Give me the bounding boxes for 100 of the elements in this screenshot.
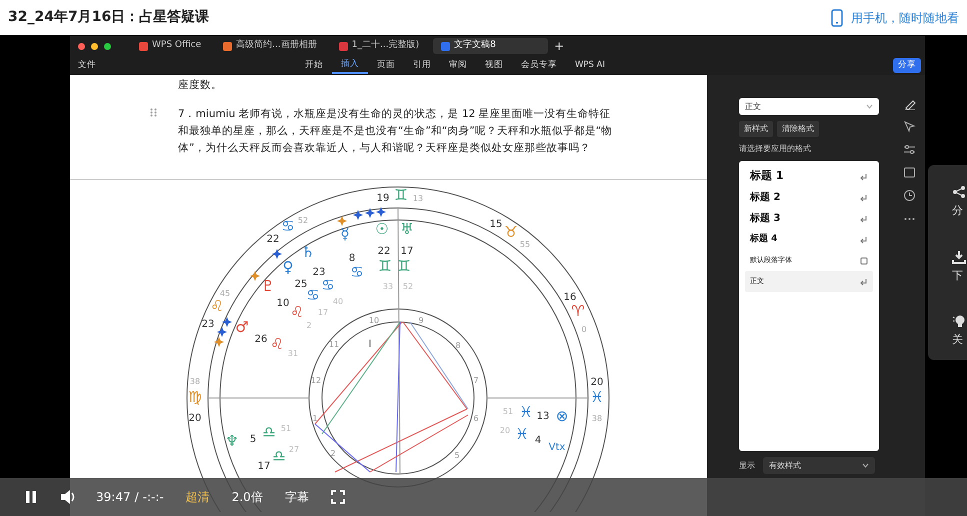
chart-label: 8 [455, 341, 461, 350]
chart-label: 38 [190, 377, 200, 386]
chart-label: 11 [328, 340, 340, 349]
sliders-icon[interactable] [902, 143, 916, 156]
chart-symbol: ⊗ [556, 407, 568, 425]
chart-label: Vtx [548, 442, 566, 453]
chart-symbol: ☿ [340, 225, 350, 243]
ribbon-tab[interactable]: 审阅 [440, 58, 476, 73]
chart-symbol: ♄ [301, 243, 315, 261]
chart-label: 45 [220, 289, 230, 298]
share-button[interactable]: 分享 [893, 58, 921, 73]
chart-label: 17 [400, 246, 414, 257]
chart-label: 33 [382, 282, 394, 291]
chart-label: I [368, 339, 372, 350]
chart-label: 15 [490, 219, 502, 230]
chart-symbol: ♋ [281, 217, 295, 235]
chart-label: 5 [250, 434, 256, 445]
chart-label: 22 [378, 246, 390, 257]
chart-symbol: ♌ [290, 303, 304, 321]
new-tab-button[interactable]: + [554, 37, 564, 55]
download-icon[interactable] [952, 250, 966, 264]
chart-label: 23 [312, 267, 326, 278]
chart-symbol: ♉ [504, 223, 518, 241]
chart-symbol: ♋ [350, 263, 364, 281]
chart-label: 20 [590, 377, 604, 388]
chart-symbol: ☉ [375, 220, 389, 238]
chart-label: 4 [534, 435, 542, 446]
chart-label: 55 [520, 240, 530, 249]
app-tab[interactable]: WPS Office [131, 38, 210, 54]
cursor-icon[interactable] [902, 120, 916, 133]
chart-symbol: ♈ [571, 302, 585, 320]
chart-label: 26 [254, 334, 268, 345]
ribbon-tab[interactable]: 引用 [404, 58, 440, 73]
speed-button[interactable]: 2.0倍 [232, 488, 263, 506]
chart-label: 7 [473, 376, 479, 385]
chart-symbol: ♊ [397, 257, 411, 275]
bulb-icon[interactable] [952, 314, 966, 328]
ribbon-tab[interactable]: 页面 [368, 58, 404, 73]
paragraph-mark-icon [860, 278, 868, 286]
chart-symbol: ♌ [210, 297, 224, 315]
chart-symbol: ♋ [321, 276, 335, 294]
style-item[interactable]: 标题 1 [745, 166, 873, 187]
chart-label: 27 [288, 445, 300, 454]
chart-label: 16 [564, 292, 576, 303]
ribbon-tab[interactable]: WPS AI [566, 58, 614, 73]
side-action-label[interactable]: 关 [952, 332, 967, 348]
caret-icon [862, 463, 869, 468]
chart-label: 52 [298, 216, 308, 225]
document-text: 座度数。 [177, 78, 223, 93]
subtitles-button[interactable]: 字幕 [284, 488, 309, 506]
file-menu[interactable]: 文件 [78, 59, 96, 72]
phone-icon[interactable] [831, 8, 843, 26]
ribbon-tab[interactable]: 开始 [296, 58, 332, 73]
history-icon[interactable] [902, 189, 916, 202]
chart-label: 12 [310, 376, 322, 385]
chart-label: 22 [266, 234, 280, 245]
chart-label: 6 [473, 414, 479, 423]
chart-symbol: ♆ [225, 432, 239, 450]
new-style-button[interactable]: 新样式 [739, 121, 773, 137]
chart-symbol: ♀ [282, 258, 294, 276]
share-icon[interactable] [952, 185, 966, 199]
quality-button[interactable]: 超清 [186, 488, 210, 506]
style-dropdown[interactable]: 正文 [739, 98, 879, 115]
app-tab[interactable]: 高级简约...画册相册 [215, 38, 325, 54]
ribbon-tab[interactable]: 会员专享 [512, 58, 566, 73]
app-tab[interactable]: 1_二十...完整版) [330, 38, 428, 54]
mobile-link[interactable]: 用手机，随时随地看 [851, 8, 959, 26]
chart-symbol: ♊ [378, 257, 392, 275]
paragraph-mark-icon [860, 194, 868, 202]
paragraph-mark-icon [860, 236, 868, 244]
app-tab[interactable]: 文字文稿8 [433, 38, 548, 54]
chart-label: 17 [318, 308, 328, 317]
style-item[interactable]: 标题 4 [745, 229, 873, 250]
chart-label: 13 [536, 411, 550, 422]
chart-label: 8 [348, 253, 356, 264]
pause-icon[interactable] [24, 490, 38, 504]
chart-label: 17 [258, 461, 270, 472]
chart-label: 0 [581, 325, 587, 334]
document-paragraph: 7．miumiu 老师有说，水瓶座是没有生命的灵的状态，是 12 星座里面唯一没有生命特征和最独单的星座，那么，天秤座是不是也没有“生命”和“肉身”呢？天秤和水瓶似乎都是“物体”，为什么天秤反而会喜欢靠近人，与人和谐呢？天秤座是类似处女座那些故事吗？ [178, 108, 612, 154]
paragraph-mark-icon [860, 214, 868, 222]
style-item[interactable]: 标题 3 [745, 208, 873, 229]
chart-label: 51 [280, 424, 292, 433]
side-action-label[interactable]: 下 [952, 268, 967, 284]
side-action-label[interactable]: 分 [952, 203, 967, 220]
clear-format-button[interactable]: 清除格式 [777, 121, 819, 137]
chart-label: 31 [288, 349, 298, 358]
chart-label: 19 [376, 193, 390, 204]
fullscreen-icon[interactable] [330, 490, 345, 504]
chart-label: 10 [368, 316, 380, 325]
panel-label: 显示 [739, 460, 755, 472]
filter-dropdown[interactable]: 有效样式 [763, 457, 875, 474]
chart-label: 38 [592, 414, 602, 423]
chart-symbol: ♊ [394, 186, 408, 204]
drag-handle-icon[interactable] [150, 108, 157, 117]
chart-symbol: ♎ [262, 423, 276, 441]
style-item[interactable]: 标题 2 [745, 187, 873, 208]
ribbon-tab[interactable]: 视图 [476, 58, 512, 73]
chart-label: 1 [312, 414, 318, 423]
chart-label: 13 [412, 194, 424, 203]
chart-label: 20 [500, 426, 510, 435]
